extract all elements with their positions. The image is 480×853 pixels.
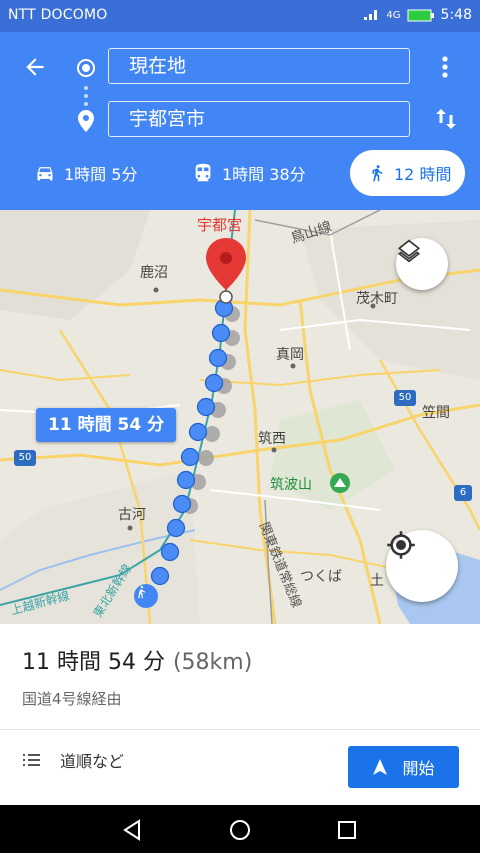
walk-icon [372, 165, 383, 182]
road-badge: 50 [394, 390, 416, 406]
route-distance: (58km) [172, 650, 253, 675]
back-button[interactable] [20, 52, 50, 82]
more-options-button[interactable] [432, 52, 458, 82]
swap-route-button[interactable] [432, 104, 460, 134]
map-label-moka: 真岡 [276, 347, 304, 363]
map-label-kasama: 笠間 [422, 405, 450, 421]
home-nav-icon[interactable] [229, 819, 251, 841]
map-label-tsukubasan: 筑波山 [270, 477, 312, 493]
network-type: 4G [386, 9, 401, 21]
walk-icon [138, 585, 146, 599]
origin-dot-icon [77, 59, 95, 77]
map-label-utsunomiya: 宇都宮 [197, 216, 243, 234]
map-label-motegi: 茂木町 [356, 291, 398, 307]
more-vert-icon [442, 56, 448, 78]
mode-tab-driving-label: 1時間 5分 [64, 165, 138, 184]
route-summary-sheet: 11 時間 54 分 (58km) 国道4号線経由 道順など 開始 [0, 624, 480, 805]
road-badge-number: 50 [398, 392, 412, 403]
mode-tab-transit-label: 1時間 38分 [222, 165, 306, 184]
carrier-name: NTT DOCOMO [8, 7, 108, 23]
route-connector-dots [84, 86, 88, 106]
road-badge: 50 [14, 450, 36, 466]
road-badge: 6 [454, 485, 472, 501]
mode-tab-walking[interactable]: 12 時間 [350, 150, 466, 196]
mode-tab-driving[interactable]: 1時間 5分 [34, 150, 137, 196]
signal-icon [364, 10, 378, 20]
steps-button[interactable]: 道順など [22, 748, 124, 772]
route-duration: 11 時間 54 分 [22, 650, 165, 675]
directions-header: 現在地 宇都宮市 1時間 5分 1時間 38分 12 時間 [0, 32, 480, 210]
destination-field[interactable]: 宇都宮市 [108, 101, 410, 137]
train-icon [195, 163, 211, 182]
map-label-tsuchiura: 土 [370, 573, 384, 589]
swap-vert-icon [436, 109, 456, 129]
battery-icon [407, 9, 434, 22]
route-duration-badge[interactable]: 11 時間 54 分 [36, 408, 177, 442]
steps-label: 道順など [60, 752, 125, 771]
status-icons: 4G 5:48 [362, 7, 472, 23]
origin-field[interactable]: 現在地 [108, 48, 410, 84]
list-icon [23, 754, 40, 766]
destination-pin-icon [78, 110, 94, 132]
my-location-button[interactable] [386, 530, 458, 602]
map-label-tsukuba: つくば [300, 569, 342, 585]
clock: 5:48 [440, 7, 472, 23]
map-label-chikusei: 筑西 [258, 431, 286, 447]
mode-tab-walking-label: 12 時間 [394, 165, 452, 184]
map-view[interactable]: 宇都宮 鳥山線 鹿沼 茂木町 真岡 笠間 筑西 筑波山 古河 関東鉄道常総線 つ… [0, 210, 480, 624]
start-label: 開始 [402, 759, 435, 778]
my-location-icon [387, 531, 415, 559]
back-nav-icon[interactable] [121, 819, 143, 841]
arrow-left-icon [26, 58, 44, 76]
layers-icon [397, 239, 421, 263]
car-icon [37, 167, 53, 181]
divider [0, 729, 480, 730]
layers-button[interactable] [396, 238, 448, 290]
road-badge-number: 6 [459, 487, 467, 498]
map-label-koga: 古河 [118, 507, 146, 523]
navigation-arrow-icon [373, 759, 388, 775]
route-summary: 11 時間 54 分 (58km) [22, 644, 252, 676]
map-label-kanuma: 鹿沼 [140, 265, 168, 281]
road-badge-number: 50 [18, 452, 32, 463]
status-bar: NTT DOCOMO 4G 5:48 [0, 0, 480, 32]
recents-nav-icon[interactable] [337, 820, 357, 840]
walking-start-marker [134, 584, 158, 608]
mode-tab-transit[interactable]: 1時間 38分 [192, 150, 306, 196]
route-via: 国道4号線経由 [22, 690, 122, 708]
start-navigation-button[interactable]: 開始 [348, 746, 459, 788]
system-nav-bar [0, 805, 480, 853]
